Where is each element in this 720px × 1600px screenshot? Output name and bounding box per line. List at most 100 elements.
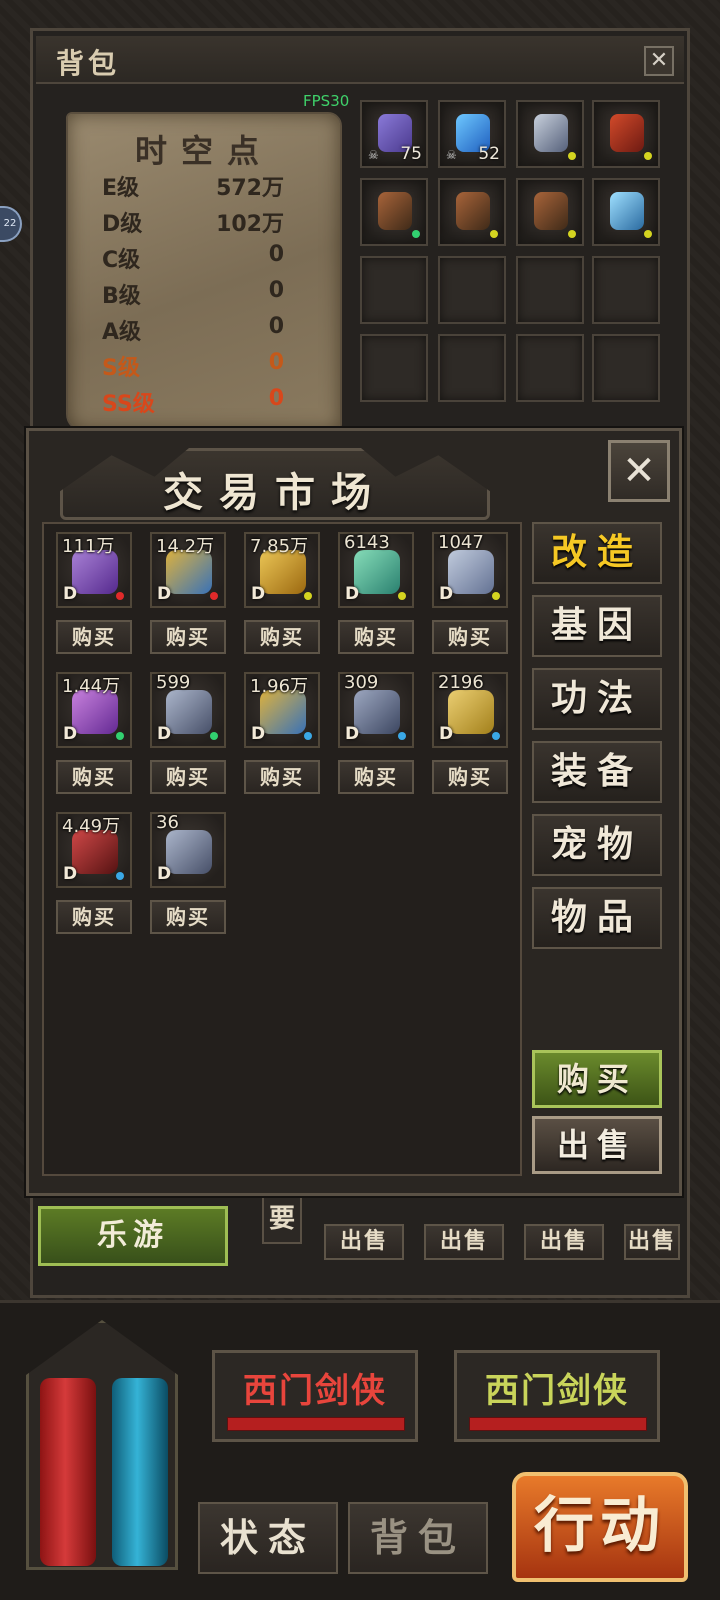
buy-button[interactable]: 购买 [432,620,508,654]
item-price: 111万 [62,536,115,557]
item-grade: D [251,584,266,604]
bag-empty-slot[interactable] [360,256,428,324]
bag-empty-slot[interactable] [516,334,584,402]
grade-row: B级 0 [92,278,292,314]
market-item-slot[interactable]: 1.44万 D [56,672,132,748]
market-item-slot[interactable]: 7.85万 D [244,532,320,608]
bag-item-slot[interactable] [360,178,428,246]
category-tab[interactable]: 物品 [532,887,662,949]
bag-item-slot[interactable] [516,178,584,246]
market-item-slot[interactable]: 1.96万 D [244,672,320,748]
grade-label: S级 [102,356,140,381]
player-card-2[interactable]: 西门剑侠 [454,1350,660,1442]
buy-button[interactable]: 购买 [244,760,320,794]
quality-dot [398,592,406,600]
market-item-slot[interactable]: 4.49万 D [56,812,132,888]
item-price: 7.85万 [250,536,309,557]
quality-dot [492,732,500,740]
bag-item-slot[interactable] [438,178,506,246]
buy-button[interactable]: 购买 [56,900,132,934]
bag-empty-slot[interactable] [360,334,428,402]
quality-dot [412,230,420,238]
grade-value: 0 [268,278,284,303]
quality-dot [644,152,652,160]
backpack-close-button[interactable]: ✕ [644,46,674,76]
arm-icon [166,690,212,734]
bag-empty-slot[interactable] [592,334,660,402]
sell-button[interactable]: 出售 [624,1224,680,1260]
market-item-slot[interactable]: 1047 D [432,532,508,608]
grade-label: C级 [102,248,141,273]
quality-dot [568,230,576,238]
market-item-slot[interactable]: 111万 D [56,532,132,608]
bag-item-slot[interactable] [592,100,660,168]
market-item-slot[interactable]: 2196 D [432,672,508,748]
bag-item-slot[interactable]: ☠ 52 [438,100,506,168]
item-grade: D [345,724,360,744]
player-card-1[interactable]: 西门剑侠 [212,1350,418,1442]
helmet-icon [534,114,568,152]
spacetime-points-title: 时空点 [134,132,273,170]
item-count: 75 [400,144,422,164]
buy-mode-button[interactable]: 购买 [532,1050,662,1108]
market-item-slot[interactable]: 309 D [338,672,414,748]
grade-row: E级 572万 [92,170,292,206]
category-tab[interactable]: 功法 [532,668,662,730]
quality-dot [116,732,124,740]
bag-item-slot[interactable] [592,178,660,246]
buy-button[interactable]: 购买 [150,900,226,934]
bag-empty-slot[interactable] [516,256,584,324]
category-tab[interactable]: 改造 [532,522,662,584]
grade-value: 0 [268,242,284,267]
grade-value: 102万 [216,212,284,237]
market-item-slot[interactable]: 6143 D [338,532,414,608]
bag-item-slot[interactable] [516,100,584,168]
buy-button[interactable]: 购买 [338,760,414,794]
buy-button[interactable]: 购买 [56,620,132,654]
yao-tab[interactable]: 要 [262,1194,302,1244]
market-item-slot[interactable]: 599 D [150,672,226,748]
buy-button[interactable]: 购买 [432,760,508,794]
buy-button[interactable]: 购买 [150,760,226,794]
leyou-button[interactable]: 乐游 [38,1206,228,1266]
category-tab[interactable]: 宠物 [532,814,662,876]
bag-empty-slot[interactable] [438,334,506,402]
grade-row: D级 102万 [92,206,292,242]
grade-label: A级 [102,320,142,345]
fps-counter: FPS30 [303,92,350,110]
buy-button[interactable]: 购买 [244,620,320,654]
grade-row: SS级 0 [92,386,292,422]
item-price: 1047 [438,532,484,553]
market-item-slot[interactable]: 14.2万 D [150,532,226,608]
player-name-2: 西门剑侠 [485,1371,629,1411]
category-tab[interactable]: 基因 [532,595,662,657]
category-tab[interactable]: 装备 [532,741,662,803]
quality-dot [304,732,312,740]
sell-button[interactable]: 出售 [524,1224,604,1260]
skull-icon: ☠ [446,148,457,162]
backpack-title-bar [36,36,684,84]
backpack-tab-button[interactable]: 背包 [348,1502,488,1574]
bag-item-slot[interactable]: ☠ 75 [360,100,428,168]
quality-dot [116,592,124,600]
market-close-button[interactable]: ✕ [608,440,670,502]
grade-value: 0 [268,386,284,411]
sell-button[interactable]: 出售 [424,1224,504,1260]
action-button[interactable]: 行动 [512,1472,688,1582]
item-grade: D [157,584,172,604]
status-tab-button[interactable]: 状态 [198,1502,338,1574]
bag-empty-slot[interactable] [592,256,660,324]
item-grade: D [63,864,78,884]
sell-mode-button[interactable]: 出售 [532,1116,662,1174]
buy-button[interactable]: 购买 [150,620,226,654]
quality-dot [116,872,124,880]
sell-button[interactable]: 出售 [324,1224,404,1260]
bag-empty-slot[interactable] [438,256,506,324]
quality-dot [644,230,652,238]
item-price: 4.49万 [62,816,121,837]
buy-button[interactable]: 购买 [338,620,414,654]
buy-button[interactable]: 购买 [56,760,132,794]
grade-label: D级 [102,212,143,237]
backpack-title: 背包 [56,47,121,80]
market-item-slot[interactable]: 36 D [150,812,226,888]
